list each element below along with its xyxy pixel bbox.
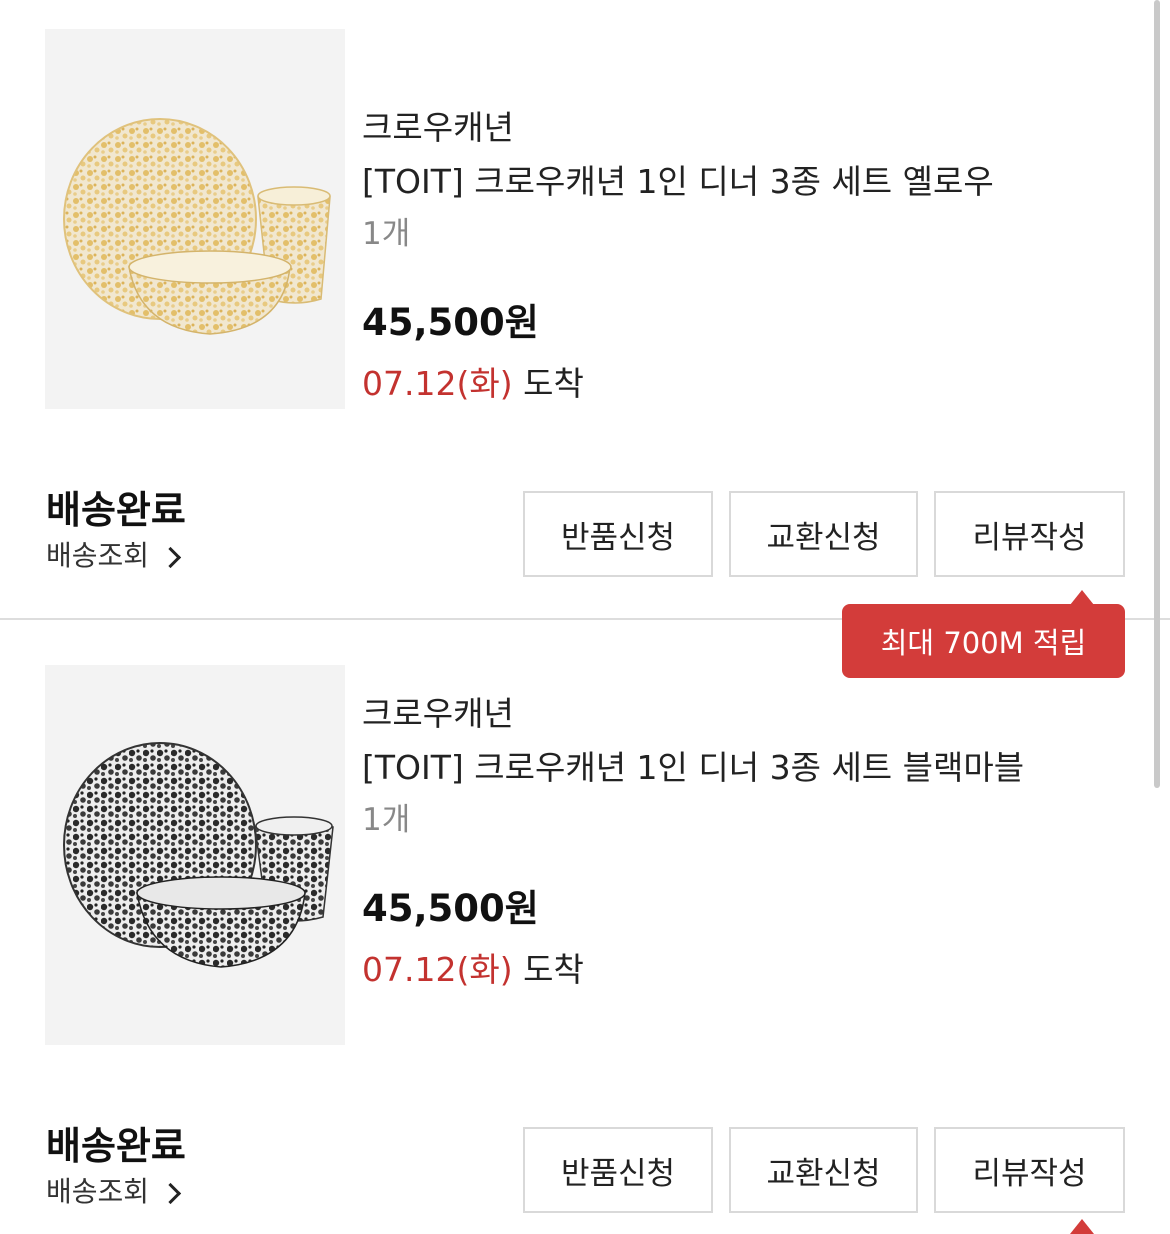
status-label: 배송완료	[46, 488, 186, 532]
track-delivery-link[interactable]: 배송조회	[46, 536, 186, 576]
arrival-info: 07.12(화) 도착	[362, 354, 1082, 414]
brand-name[interactable]: 크로우캐년	[362, 104, 1082, 152]
write-review-button[interactable]: 리뷰작성	[934, 1127, 1125, 1213]
exchange-request-button[interactable]: 교환신청	[729, 491, 918, 577]
status-label: 배송완료	[46, 1124, 186, 1168]
product-info: 크로우캐년 [TOIT] 크로우캐년 1인 디너 3종 세트 옐로우 1개 45…	[362, 104, 1082, 414]
brand-name[interactable]: 크로우캐년	[362, 690, 1082, 738]
product-info: 크로우캐년 [TOIT] 크로우캐년 1인 디너 3종 세트 블랙마블 1개 4…	[362, 690, 1082, 1000]
tooltip-arrow	[1070, 590, 1094, 605]
price: 45,500원	[362, 887, 539, 930]
track-delivery-link[interactable]: 배송조회	[46, 1172, 186, 1212]
arrival-info: 07.12(화) 도착	[362, 940, 1082, 1000]
delivery-status: 배송완료 배송조회	[46, 486, 186, 576]
scrollbar[interactable]	[1154, 0, 1160, 788]
exchange-request-button[interactable]: 교환신청	[729, 1127, 918, 1213]
review-reward-tooltip: 최대 700M 적립	[842, 604, 1125, 678]
price: 45,500원	[362, 301, 539, 344]
quantity: 1개	[362, 216, 411, 252]
order-item: 크로우캐년 [TOIT] 크로우캐년 1인 디너 3종 세트 옐로우 1개 45…	[0, 0, 1170, 618]
arrival-suffix: 도착	[512, 950, 584, 989]
black-marble-dinnerware-image	[45, 665, 345, 1045]
chevron-right-icon	[159, 546, 182, 568]
track-label: 배송조회	[46, 1175, 150, 1208]
return-request-button[interactable]: 반품신청	[523, 491, 713, 577]
delivery-status: 배송완료 배송조회	[46, 1122, 186, 1212]
product-image[interactable]	[45, 29, 345, 409]
arrival-date: 07.12(화)	[362, 950, 513, 989]
product-name[interactable]: [TOIT] 크로우캐년 1인 디너 3종 세트 블랙마블	[362, 742, 1082, 794]
arrival-suffix: 도착	[512, 364, 584, 403]
order-item: 크로우캐년 [TOIT] 크로우캐년 1인 디너 3종 세트 블랙마블 1개 4…	[0, 619, 1170, 1231]
return-request-button[interactable]: 반품신청	[523, 1127, 713, 1213]
track-label: 배송조회	[46, 539, 150, 572]
product-image[interactable]	[45, 665, 345, 1045]
write-review-button[interactable]: 리뷰작성	[934, 491, 1125, 577]
tooltip-arrow	[1070, 1219, 1094, 1234]
arrival-date: 07.12(화)	[362, 364, 513, 403]
product-name[interactable]: [TOIT] 크로우캐년 1인 디너 3종 세트 옐로우	[362, 156, 1082, 208]
quantity: 1개	[362, 802, 411, 838]
chevron-right-icon	[159, 1182, 182, 1204]
yellow-marble-dinnerware-image	[45, 29, 345, 409]
